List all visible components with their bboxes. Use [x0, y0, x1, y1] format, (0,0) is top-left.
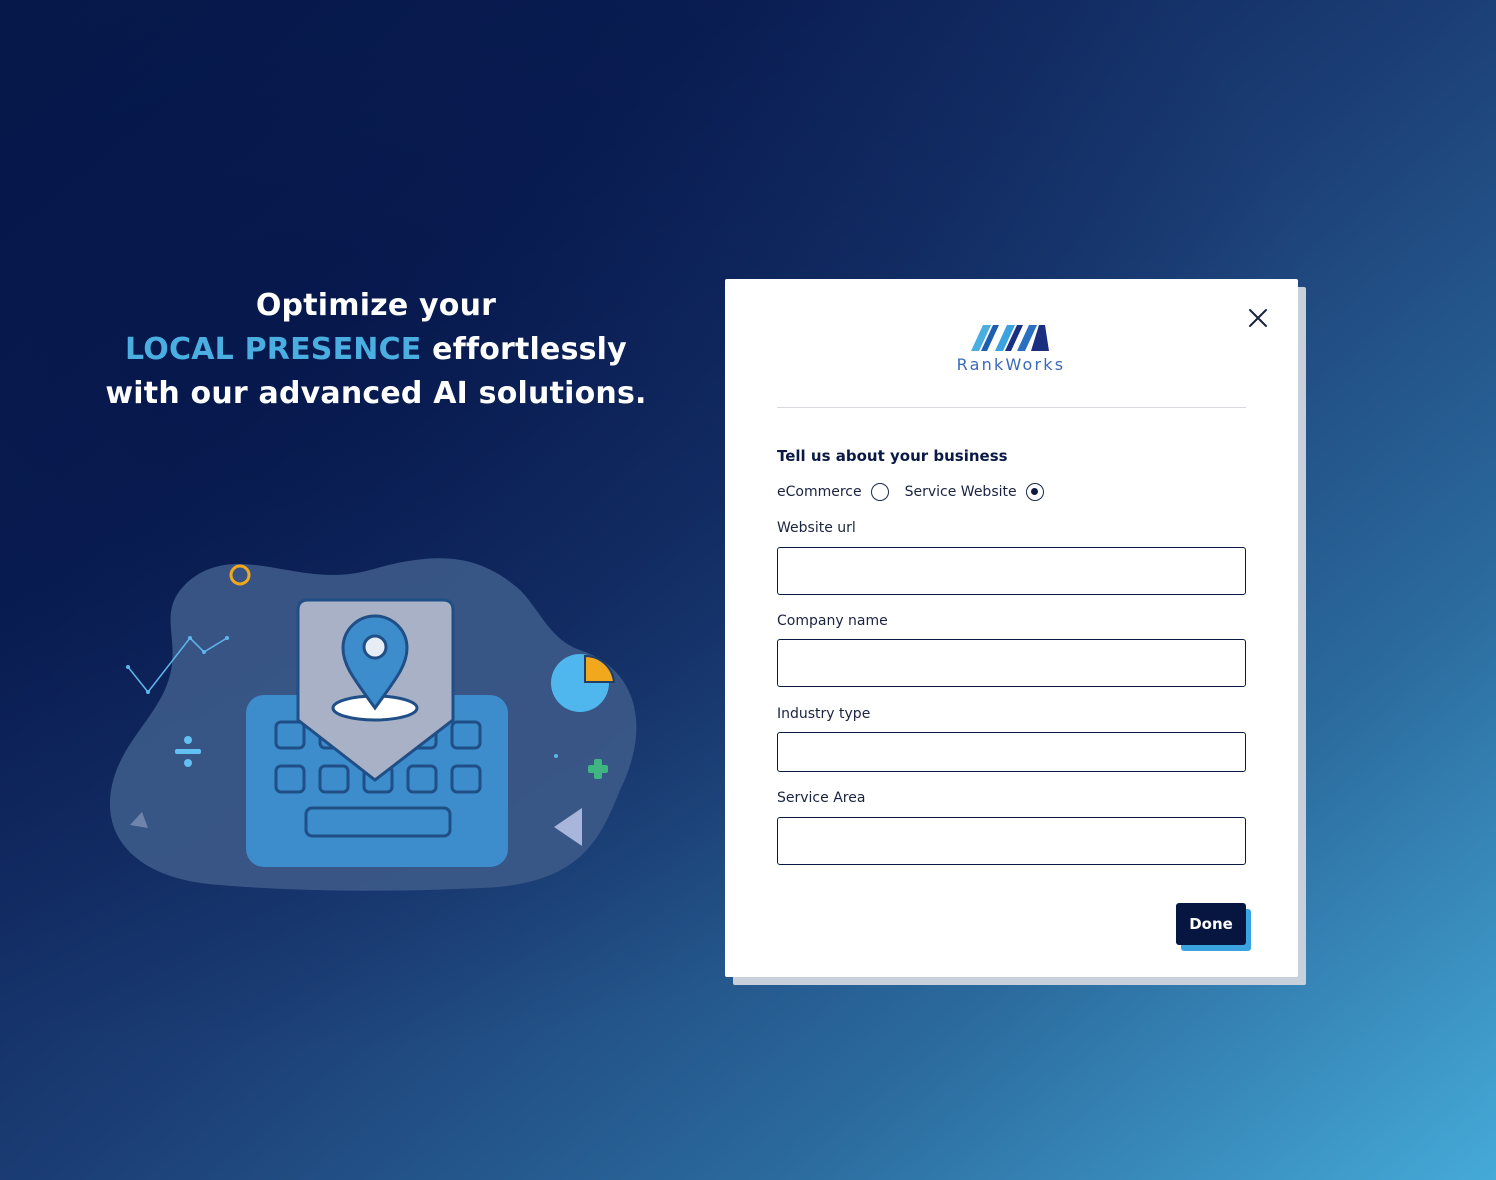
trend-dot	[202, 650, 206, 654]
trend-dot	[126, 665, 130, 669]
hero-line-2-rest: effortlessly	[421, 332, 627, 367]
pie-slice	[584, 654, 616, 683]
industry-type-label: Industry type	[777, 706, 871, 722]
brand-name: RankWorks	[956, 355, 1066, 374]
hero-line-1: Optimize your	[255, 288, 497, 323]
hero-accent: LOCAL PRESENCE	[125, 332, 422, 367]
website-url-label: Website url	[777, 520, 856, 536]
service-area-input[interactable]	[777, 817, 1246, 865]
rankworks-logo-icon	[971, 325, 1049, 351]
radio-service-website-circle[interactable]	[1025, 483, 1044, 501]
rankworks-logo: RankWorks	[945, 323, 1077, 385]
radio-service-website[interactable]: Service Website	[905, 483, 1044, 501]
website-url-input[interactable]	[777, 547, 1246, 595]
service-area-label: Service Area	[777, 790, 866, 806]
business-type-radio-group: eCommerce Service Website	[777, 481, 1044, 503]
industry-type-input[interactable]	[777, 732, 1246, 772]
radio-ecommerce-label: eCommerce	[777, 484, 862, 500]
hero-line-2: LOCAL PRESENCE effortlessly	[100, 328, 652, 372]
radio-ecommerce[interactable]: eCommerce	[777, 483, 889, 501]
header-divider	[777, 407, 1246, 408]
hero-headline: Optimize your LOCAL PRESENCE effortlessl…	[100, 284, 652, 416]
done-button[interactable]: Done	[1176, 903, 1246, 945]
location-pin-keyboard-illustration	[109, 558, 637, 891]
radio-service-website-label: Service Website	[904, 484, 1017, 500]
form-title: Tell us about your business	[777, 447, 1008, 465]
pin-center	[362, 634, 388, 660]
sparkle-dot	[554, 754, 558, 758]
close-icon[interactable]	[1245, 305, 1271, 331]
radio-ecommerce-circle[interactable]	[870, 483, 889, 501]
company-name-label: Company name	[777, 613, 888, 629]
hero-line-3: with our advanced AI solutions.	[105, 376, 647, 411]
company-name-input[interactable]	[777, 639, 1246, 687]
trend-dot	[225, 636, 229, 640]
trend-dot	[188, 636, 192, 640]
business-info-modal: RankWorks Tell us about your business eC…	[725, 279, 1298, 977]
trend-dot	[146, 690, 150, 694]
